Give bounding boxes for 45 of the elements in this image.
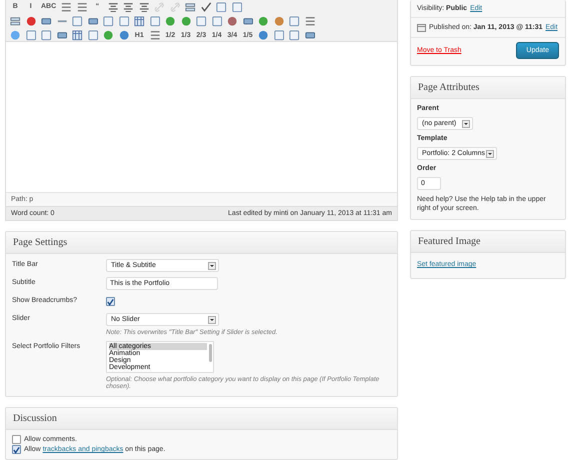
rect-icon[interactable] [41,16,52,26]
checkbox[interactable] [12,435,21,444]
frame-icon[interactable] [26,30,36,41]
box-title: Discussion [13,413,57,424]
checkbox[interactable] [12,445,21,454]
square-icon[interactable] [232,2,242,12]
align-icon[interactable] [108,2,118,12]
frame-icon[interactable] [88,30,98,41]
circle-icon[interactable] [26,16,36,26]
frame-icon[interactable] [41,30,52,41]
list-icon[interactable] [150,30,160,41]
grid-icon[interactable] [72,30,82,41]
align-icon[interactable] [123,2,134,12]
box-title: Page Settings [13,237,68,248]
square-icon[interactable] [216,2,227,12]
frame-icon[interactable] [103,16,114,26]
dropdown-arrow-icon [208,316,216,324]
calendar-icon [417,23,426,32]
frame-icon[interactable] [289,16,300,26]
rect-icon[interactable] [304,30,315,41]
checkbox[interactable] [106,297,115,306]
scrollbar[interactable] [209,344,212,362]
frame-icon[interactable] [196,16,206,26]
dropdown-arrow-icon [208,262,216,270]
rect-icon[interactable] [56,30,67,41]
frame-icon[interactable] [118,16,129,26]
grid-icon[interactable] [134,16,144,26]
bar-icon[interactable] [10,16,20,26]
check-icon[interactable] [200,2,212,12]
box-title: Featured Image [418,236,480,247]
frame-icon[interactable] [150,16,160,26]
frame-icon[interactable] [212,16,222,26]
rect-icon[interactable] [242,16,253,26]
list-icon[interactable] [61,2,72,12]
bar-icon[interactable] [185,2,196,12]
dropdown-arrow-icon [462,120,470,128]
dropdown-arrow-icon [486,150,494,158]
frame-icon[interactable] [72,16,82,26]
rect-icon[interactable] [88,16,98,26]
align-icon[interactable] [138,2,150,12]
list-icon[interactable] [304,16,315,26]
box-title: Page Attributes [418,82,480,93]
frame-icon[interactable] [274,30,284,41]
frame-icon[interactable] [289,30,300,41]
list-icon[interactable] [76,2,88,12]
